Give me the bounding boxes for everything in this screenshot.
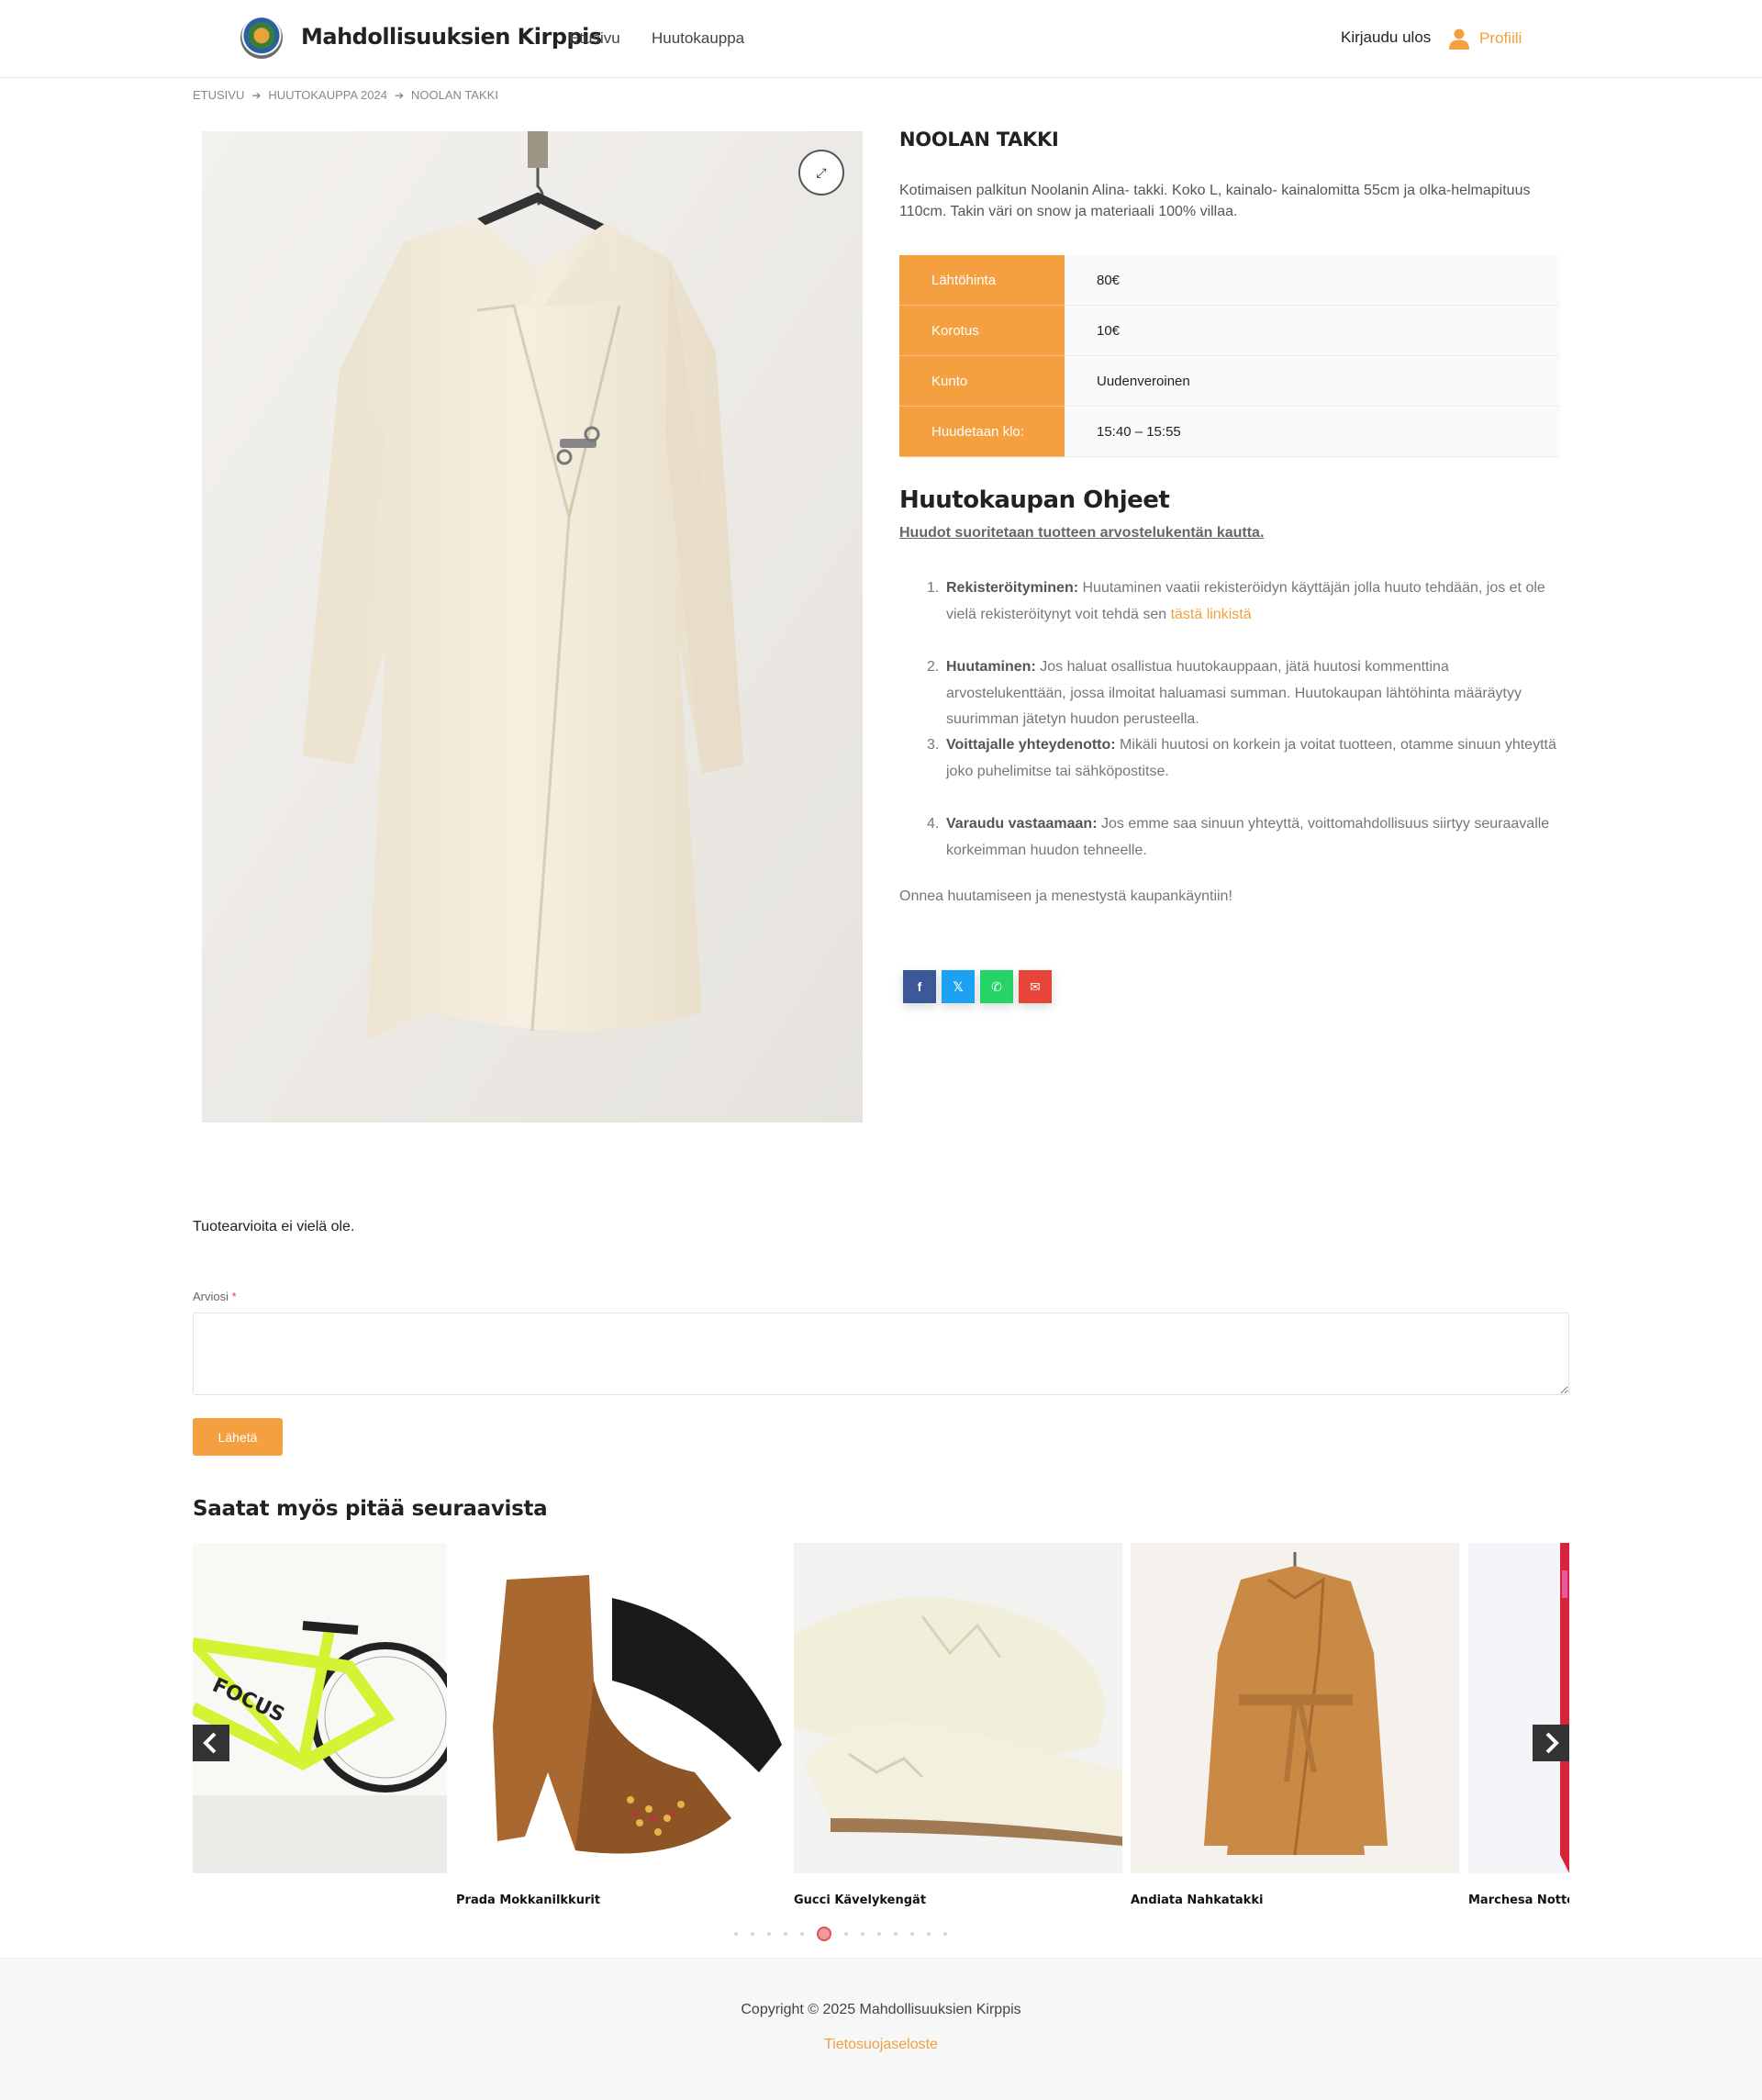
product-description: Kotimaisen palkitun Noolanin Alina- takk… [899, 183, 1531, 219]
related-carousel: FOCUS Prada Mokkanilkkurit Gucci Kävelyk… [193, 1543, 1569, 1919]
review-textarea[interactable] [193, 1312, 1569, 1395]
mail-icon[interactable]: ✉ [1019, 970, 1052, 1003]
attribute-label: Korotus [899, 306, 1065, 356]
carousel-dot[interactable] [877, 1932, 881, 1936]
chevron-left-icon [203, 1732, 217, 1754]
attribute-row: Korotus 10€ [899, 306, 1560, 356]
carousel-dots [734, 1927, 947, 1941]
carousel-dot[interactable] [894, 1932, 898, 1936]
guide-subtitle: Huudot suoritetaan tuotteen arvosteluken… [899, 525, 1265, 541]
coat-image [1131, 1543, 1459, 1873]
related-item-name[interactable]: Marchesa Notte Ilta [1468, 1893, 1569, 1907]
related-item-name[interactable]: Andiata Nahkatakki [1131, 1893, 1263, 1907]
carousel-dot[interactable] [861, 1932, 864, 1936]
shoe-image [794, 1543, 1122, 1873]
carousel-dot[interactable] [800, 1932, 804, 1936]
privacy-link[interactable]: Tietosuojaseloste [0, 2037, 1762, 2053]
logout-link[interactable]: Kirjaudu ulos [1341, 28, 1431, 47]
related-item-image[interactable]: FOCUS [193, 1543, 447, 1873]
related-item-image[interactable] [1131, 1543, 1459, 1873]
no-reviews-text: Tuotearvioita ei vielä ole. [193, 1219, 355, 1234]
guide-item: 4. Varaudu vastaamaan: Jos emme saa sinu… [927, 816, 1550, 858]
product-attributes: Lähtöhinta 80€ Korotus 10€ Kunto Uudenve… [899, 255, 1560, 457]
good-luck-text: Onnea huutamiseen ja menestystä kaupankä… [899, 888, 1232, 904]
site-footer [0, 1958, 1762, 2100]
dress-image [1468, 1543, 1569, 1873]
guide-item: 1. Rekisteröityminen: Huutaminen vaatii … [927, 580, 1545, 622]
related-title: Saatat myös pitää seuraavista [193, 1497, 548, 1521]
carousel-dot[interactable] [767, 1932, 771, 1936]
expand-icon[interactable]: ⤢ [798, 150, 844, 195]
related-item-image[interactable] [794, 1543, 1122, 1873]
attribute-value: Uudenveroinen [1065, 356, 1560, 407]
carousel-dot[interactable] [844, 1932, 848, 1936]
breadcrumb-current: NOOLAN TAKKI [411, 88, 498, 102]
attribute-row: Lähtöhinta 80€ [899, 255, 1560, 306]
attribute-label: Huudetaan klo: [899, 407, 1065, 457]
chevron-right-icon [1545, 1732, 1559, 1754]
facebook-icon[interactable]: f [903, 970, 936, 1003]
attribute-row: Huudetaan klo: 15:40 – 15:55 [899, 407, 1560, 457]
related-item-image[interactable] [1468, 1543, 1569, 1873]
arrow-right-icon: ➔ [394, 88, 405, 102]
guide-item: 3. Voittajalle yhteydenotto: Mikäli huut… [927, 737, 1556, 779]
whatsapp-icon[interactable]: ✆ [980, 970, 1013, 1003]
carousel-dot[interactable] [751, 1932, 754, 1936]
x-icon[interactable]: 𝕏 [942, 970, 975, 1003]
product-image[interactable] [202, 131, 863, 1123]
boot-image [456, 1543, 785, 1873]
guide-title: Huutokaupan Ohjeet [899, 486, 1170, 514]
attribute-value: 15:40 – 15:55 [1065, 407, 1560, 457]
carousel-dot[interactable] [817, 1927, 831, 1941]
arrow-right-icon: ➔ [251, 88, 262, 102]
coat-image [202, 131, 863, 1123]
carousel-dot[interactable] [927, 1932, 931, 1936]
attribute-value: 80€ [1065, 255, 1560, 306]
attribute-label: Kunto [899, 356, 1065, 407]
breadcrumb: ETUSIVU ➔ HUUTOKAUPPA 2024 ➔ NOOLAN TAKK… [193, 88, 498, 102]
carousel-dot[interactable] [943, 1932, 947, 1936]
related-item-name[interactable]: Prada Mokkanilkkurit [456, 1893, 600, 1907]
related-item-image[interactable] [456, 1543, 785, 1873]
related-item-name[interactable]: Gucci Kävelykengät [794, 1893, 926, 1907]
site-title[interactable]: Mahdollisuuksien Kirppis [301, 24, 602, 50]
attribute-value: 10€ [1065, 306, 1560, 356]
site-logo[interactable] [240, 17, 283, 59]
carousel-dot[interactable] [910, 1932, 914, 1936]
breadcrumb-auction[interactable]: HUUTOKAUPPA 2024 [268, 88, 387, 102]
attribute-row: Kunto Uudenveroinen [899, 356, 1560, 407]
carousel-next-arrow[interactable] [1533, 1725, 1569, 1761]
carousel-prev-arrow[interactable] [193, 1725, 229, 1761]
user-icon[interactable] [1448, 28, 1470, 50]
carousel-dot[interactable] [784, 1932, 787, 1936]
submit-button[interactable]: Lähetä [193, 1418, 283, 1456]
carousel-dot[interactable] [734, 1932, 738, 1936]
profile-link[interactable]: Profiili [1479, 29, 1522, 48]
review-field-label: Arviosi * [193, 1290, 237, 1303]
nav-link-huutokauppa[interactable]: Huutokauppa [652, 29, 744, 48]
register-link[interactable]: tästä linkistä [1171, 607, 1252, 622]
product-title: NOOLAN TAKKI [899, 128, 1059, 151]
breadcrumb-home[interactable]: ETUSIVU [193, 88, 244, 102]
attribute-label: Lähtöhinta [899, 255, 1065, 306]
copyright-text: Copyright © 2025 Mahdollisuuksien Kirppi… [741, 2002, 1021, 2017]
share-buttons: f 𝕏 ✆ ✉ [903, 970, 1052, 1003]
guide-item: 2. Huutaminen: Jos haluat osallistua huu… [927, 659, 1522, 727]
nav-link-etusivu[interactable]: Etusivu [569, 29, 620, 48]
bicycle-image: FOCUS [193, 1543, 447, 1873]
